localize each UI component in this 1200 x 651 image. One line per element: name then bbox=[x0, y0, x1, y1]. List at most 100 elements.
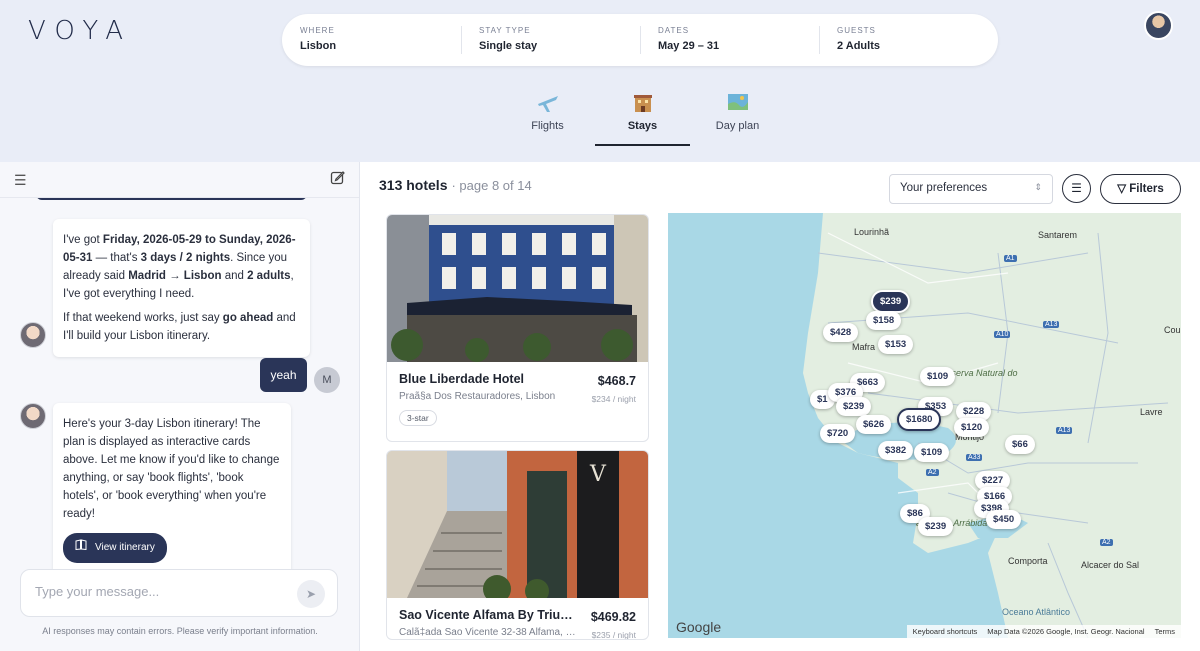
tab-stays[interactable]: Stays bbox=[595, 92, 690, 146]
hotel-card[interactable]: Blue Liberdade Hotel $468.7 Praã§a Dos R… bbox=[386, 214, 649, 442]
map-data-credit: Map Data ©2026 Google, Inst. Geogr. Naci… bbox=[987, 627, 1145, 636]
stay-type-value: Single stay bbox=[479, 40, 538, 52]
price-pin[interactable]: $109 bbox=[914, 443, 950, 462]
hotel-total-price: $468.7 bbox=[597, 374, 636, 388]
send-icon[interactable]: ➤ bbox=[297, 580, 325, 608]
sort-select-value: Your preferences bbox=[900, 182, 988, 194]
bot-message-itinerary-text: Here's your 3-day Lisbon itinerary! The … bbox=[63, 418, 280, 520]
chat-panel: ☰ I've got Friday, 2026-05-29 to Sunday,… bbox=[0, 162, 360, 651]
filters-button[interactable]: ▽ Filters bbox=[1100, 174, 1181, 204]
where-value: Lisbon bbox=[300, 40, 337, 52]
google-logo: Google bbox=[676, 619, 722, 635]
hotel-card[interactable]: V Sao Vicente Alfama By Trius Hot... $46… bbox=[386, 450, 649, 640]
hotels-map[interactable]: Lourinhã Santarem Mafra Lavre Comporta A… bbox=[668, 213, 1181, 638]
message-composer: ➤ bbox=[20, 569, 338, 617]
hotel-name: Blue Liberdade Hotel bbox=[399, 372, 525, 386]
ai-disclaimer: AI responses may contain errors. Please … bbox=[42, 626, 318, 636]
new-chat-icon[interactable] bbox=[330, 170, 345, 189]
bot-message-dates: I've got Friday, 2026-05-29 to Sunday, 2… bbox=[53, 219, 310, 357]
map-attribution: Keyboard shortcuts Map Data ©2026 Google… bbox=[906, 625, 1181, 638]
chat-toolbar: ☰ bbox=[0, 162, 359, 198]
road-a13-south: A13 bbox=[1056, 427, 1073, 434]
search-guests[interactable]: GUESTS 2 Adults bbox=[819, 14, 998, 66]
price-pin-selected[interactable]: $239 bbox=[871, 290, 911, 313]
sort-select[interactable]: Your preferences ⇕ bbox=[889, 174, 1053, 204]
stay-type-label: STAY TYPE bbox=[479, 26, 531, 35]
map-label-lavre: Lavre bbox=[1140, 407, 1163, 417]
view-itinerary-label: View itinerary bbox=[95, 542, 155, 553]
airplane-icon bbox=[500, 92, 595, 116]
search-dates[interactable]: DATES May 29 – 31 bbox=[640, 14, 819, 66]
dates-value: May 29 – 31 bbox=[658, 40, 720, 52]
user-message: yeah bbox=[260, 358, 307, 392]
price-pin[interactable]: $120 bbox=[954, 418, 990, 437]
road-a13: A13 bbox=[1043, 321, 1060, 328]
map-label-cou: Cou bbox=[1164, 325, 1181, 335]
results-count: 313 hotels · page 8 of 14 bbox=[379, 177, 532, 193]
assistant-avatar bbox=[20, 322, 46, 348]
assistant-avatar bbox=[20, 403, 46, 429]
map-icon bbox=[690, 92, 785, 116]
search-where[interactable]: WHERE Lisbon bbox=[282, 14, 461, 66]
tab-day-plan-label: Day plan bbox=[715, 120, 760, 132]
price-pin[interactable]: $720 bbox=[820, 424, 856, 443]
price-pin[interactable]: $1680 bbox=[897, 408, 942, 431]
message-input[interactable] bbox=[35, 584, 285, 599]
hotel-count: 313 hotels bbox=[379, 177, 448, 193]
terms-link[interactable]: Terms bbox=[1155, 627, 1175, 636]
tab-day-plan[interactable]: Day plan bbox=[690, 92, 785, 146]
chevron-updown-icon: ⇕ bbox=[1034, 182, 1042, 192]
filter-icon: ▽ bbox=[1117, 183, 1127, 195]
price-pin[interactable]: $428 bbox=[823, 323, 859, 342]
menu-icon[interactable]: ☰ bbox=[14, 172, 27, 189]
dates-label: DATES bbox=[658, 26, 690, 35]
filters-label: Filters bbox=[1129, 183, 1164, 195]
hotel-icon bbox=[595, 92, 690, 116]
hotel-address: Calã‡ada Sao Vicente 32-38 Alfama, L... bbox=[399, 627, 579, 638]
map-label-ocean: Oceano Atlântico bbox=[1002, 607, 1071, 617]
tab-stays-label: Stays bbox=[627, 120, 658, 132]
search-stay-type[interactable]: STAY TYPE Single stay bbox=[461, 14, 640, 66]
hotel-address: Praã§a Dos Restauradores, Lisbon bbox=[399, 391, 556, 402]
price-pin[interactable]: $450 bbox=[986, 510, 1022, 529]
price-pin[interactable]: $66 bbox=[1005, 435, 1035, 454]
bot-message-itinerary: Here's your 3-day Lisbon itinerary! The … bbox=[53, 403, 291, 575]
map-label-lourinha: Lourinhã bbox=[854, 227, 890, 237]
price-pin[interactable]: $239 bbox=[918, 517, 954, 536]
map-label-santarem: Santarem bbox=[1038, 230, 1078, 240]
hotel-nightly-price: $235 / night bbox=[591, 630, 636, 640]
book-icon bbox=[75, 539, 87, 557]
road-a2-south: A2 bbox=[1100, 539, 1113, 546]
price-pin[interactable]: $158 bbox=[866, 311, 902, 330]
top-header: VOYA WHERE Lisbon STAY TYPE Single stay … bbox=[0, 0, 1200, 162]
price-pin[interactable]: $109 bbox=[920, 367, 956, 386]
tab-flights[interactable]: Flights bbox=[500, 92, 595, 146]
road-a1: A1 bbox=[1004, 255, 1017, 262]
keyboard-shortcuts-link[interactable]: Keyboard shortcuts bbox=[913, 627, 978, 636]
road-a2: A2 bbox=[926, 469, 939, 476]
view-itinerary-button[interactable]: View itinerary bbox=[63, 533, 167, 563]
guests-label: GUESTS bbox=[837, 26, 876, 35]
mode-tabs: Flights Stays Day plan bbox=[500, 92, 785, 146]
price-pin[interactable]: $382 bbox=[878, 441, 914, 460]
price-pin[interactable]: $626 bbox=[856, 415, 892, 434]
hotel-photo: V bbox=[387, 451, 648, 598]
price-pin[interactable]: $153 bbox=[878, 335, 914, 354]
hotel-total-price: $469.82 bbox=[590, 610, 636, 624]
bot-message-dates-p2: If that weekend works, just say go ahead… bbox=[63, 312, 296, 342]
road-a10: A10 bbox=[994, 331, 1011, 338]
sliders-icon[interactable]: ☰ bbox=[1062, 174, 1091, 203]
svg-text:V: V bbox=[589, 462, 607, 487]
tab-flights-label: Flights bbox=[531, 120, 564, 132]
guests-value: 2 Adults bbox=[837, 40, 880, 52]
bot-message-dates-p1: I've got Friday, 2026-05-29 to Sunday, 2… bbox=[63, 234, 296, 300]
map-label-mafra: Mafra bbox=[852, 342, 876, 352]
search-bar[interactable]: WHERE Lisbon STAY TYPE Single stay DATES… bbox=[282, 14, 998, 66]
brand-logo[interactable]: VOYA bbox=[28, 16, 132, 46]
map-label-comporta: Comporta bbox=[1008, 556, 1048, 566]
user-avatar[interactable] bbox=[1144, 11, 1173, 40]
page-info: · page 8 of 14 bbox=[451, 178, 532, 193]
map-label-alcacer-do-sal: Alcacer do Sal bbox=[1081, 560, 1140, 570]
price-pin[interactable]: $239 bbox=[836, 397, 872, 416]
hotel-nightly-price: $234 / night bbox=[591, 394, 636, 404]
